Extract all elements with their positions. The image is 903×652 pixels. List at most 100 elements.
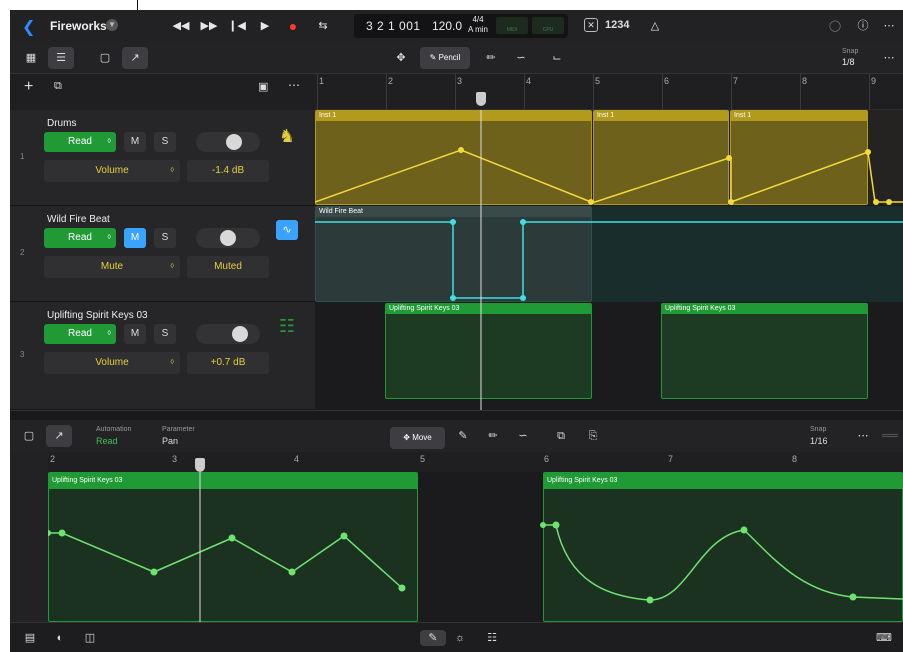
count-in-button[interactable]: 1234 [605, 19, 629, 31]
editor-ruler[interactable]: 2 3 4 5 6 7 8 [48, 452, 903, 472]
help-icon[interactable]: ⓘ [852, 16, 874, 36]
inspector-toggle-icon[interactable]: ◐ [52, 630, 68, 646]
move-tool-button[interactable]: ✥ Move [390, 427, 445, 449]
pan-automation-svg[interactable] [48, 472, 903, 622]
bottom-control-bar: ▤ ◐ ◫ ✎ ☼ ☷ ⌨ [10, 622, 903, 652]
tracks-view-icon[interactable]: ☰ [48, 47, 74, 69]
automation-parameter-select[interactable]: Volume ◊ [44, 160, 180, 182]
record-button[interactable]: ● [282, 16, 304, 36]
logic-app-window: ❮ Fireworks ▼ ◀◀ ▶▶ ❙◀ ▶ ● ⇆ 3 2 1 001 1… [10, 10, 903, 652]
solo-button[interactable]: S [154, 324, 176, 344]
play-button[interactable]: ▶ [254, 16, 276, 36]
curve-tool-icon[interactable]: ∽ [510, 425, 536, 447]
history-icon[interactable]: ◯ [824, 16, 846, 36]
editor-ruler-bar-2: 2 [50, 454, 56, 464]
editor-snap-select[interactable]: 1/16 [810, 436, 828, 446]
volume-knob[interactable] [220, 230, 236, 246]
editor-playhead-handle[interactable] [195, 458, 205, 472]
toolbar-more-icon[interactable]: ⋯ [878, 48, 900, 68]
more-options-icon[interactable]: ⋯ [878, 16, 900, 36]
automation-mode-button[interactable]: Read ◊ [44, 132, 116, 152]
brush-tool-icon[interactable]: ✏ [480, 425, 506, 447]
track-name[interactable]: Uplifting Spirit Keys 03 [47, 310, 148, 321]
project-menu-chevron-icon[interactable]: ▼ [106, 19, 118, 31]
automation-node [450, 295, 456, 301]
track-more-icon[interactable]: ⋯ [288, 78, 300, 92]
automation-view-button[interactable]: ↗ [122, 47, 148, 69]
pencil-tool-button[interactable]: ✎ Pencil [420, 47, 470, 69]
ruler-tick [455, 74, 456, 110]
track-row-drums[interactable]: 1 Drums Read ◊ M S Volume ◊ -1.4 dB ♞ [10, 110, 315, 206]
curve-tool-icon[interactable]: ∽ [508, 47, 534, 69]
lcd-display[interactable]: 3 2 1 001 120.0 4/4 A min MIDI CPU [354, 14, 568, 38]
automation-parameter-select[interactable]: Volume ◊ [44, 352, 180, 374]
snap-value-select[interactable]: 1/8 [842, 57, 855, 67]
volume-slider[interactable] [196, 324, 260, 344]
editors-icon[interactable]: ◫ [82, 630, 98, 646]
smart-controls-icon[interactable]: ☼ [452, 630, 468, 646]
rewind-button[interactable]: ◀◀ [170, 16, 192, 36]
automation-value-field[interactable]: +0.7 dB [187, 352, 269, 374]
automation-mode-button[interactable]: Read ◊ [44, 228, 116, 248]
metronome-toggle-icon[interactable]: ✕ [584, 18, 598, 32]
mute-button[interactable]: M [124, 324, 146, 344]
library-icon[interactable]: ▤ [22, 630, 38, 646]
editor-more-icon[interactable]: ⋯ [852, 426, 874, 446]
project-title[interactable]: Fireworks [50, 19, 107, 33]
back-chevron-icon[interactable]: ❮ [22, 17, 35, 37]
tracks-area[interactable]: Inst 1 Inst 1 Inst 1 Wild Fire Beat Upli… [315, 110, 903, 410]
mute-button[interactable]: M [124, 132, 146, 152]
fast-forward-button[interactable]: ▶▶ [198, 16, 220, 36]
volume-knob[interactable] [232, 326, 248, 342]
pointer-tool-icon[interactable]: ✥ [388, 47, 414, 69]
cycle-button[interactable]: ⇆ [312, 16, 334, 36]
ruler-bar-6: 6 [664, 76, 670, 86]
brush-tool-icon[interactable]: ✏ [478, 47, 504, 69]
parameter-select[interactable]: Pan [162, 436, 178, 446]
automation-parameter-select[interactable]: Mute ◊ [44, 256, 180, 278]
solo-button[interactable]: S [154, 228, 176, 248]
pencil-editor-button[interactable]: ✎ [420, 630, 446, 646]
automation-view-button[interactable]: ↗ [46, 425, 72, 447]
track-name[interactable]: Drums [47, 118, 76, 129]
automation-editor-area[interactable]: Uplifting Spirit Keys 03 Uplifting Spiri… [48, 472, 903, 622]
bar-ruler[interactable]: 1 2 3 4 5 6 7 8 9 [315, 74, 903, 110]
tuner-icon[interactable]: △ [644, 16, 666, 36]
paste-icon[interactable]: ⎘ [580, 425, 606, 447]
editor-resize-handle[interactable] [882, 434, 898, 437]
solo-button[interactable]: S [154, 132, 176, 152]
pencil-icon: ✎ [429, 53, 439, 62]
duplicate-track-icon[interactable]: ⧉ [54, 80, 62, 93]
add-track-icon[interactable]: + [24, 78, 33, 96]
mixer-icon[interactable]: ☷ [484, 630, 500, 646]
automation-mode-button[interactable]: Read ◊ [44, 324, 116, 344]
copy-icon[interactable]: ⧉ [548, 425, 574, 447]
keyboard-icon[interactable]: ⌨ [876, 630, 892, 646]
ruler-bar-4: 4 [526, 76, 532, 86]
keyboard-stand-icon: ☷ [278, 316, 296, 336]
go-to-start-button[interactable]: ❙◀ [226, 16, 248, 36]
step-tool-icon[interactable]: ⌙ [544, 47, 570, 69]
editor-divider[interactable] [10, 410, 903, 420]
mute-button[interactable]: M [124, 228, 146, 248]
track-name[interactable]: Wild Fire Beat [47, 214, 110, 225]
volume-slider[interactable] [196, 228, 260, 248]
automation-curves-svg[interactable] [315, 110, 903, 410]
region-view-icon[interactable]: ▢ [92, 47, 118, 69]
automation-parameter-label: Volume [95, 165, 129, 176]
automation-node [450, 219, 456, 225]
automation-value-field[interactable]: -1.4 dB [187, 160, 269, 182]
catch-icon[interactable]: ▣ [258, 80, 268, 93]
volume-slider[interactable] [196, 132, 260, 152]
pencil-tool-icon[interactable]: ✎ [450, 425, 476, 447]
browser-grid-icon[interactable]: ▦ [18, 47, 44, 69]
lcd-signature-key: 4/4 A min [466, 15, 490, 35]
ruler-tick [662, 74, 663, 110]
automation-mode-select[interactable]: Read [96, 436, 118, 446]
region-view-icon[interactable]: ▢ [16, 425, 42, 447]
playhead-handle[interactable] [476, 92, 486, 106]
volume-knob[interactable] [226, 134, 242, 150]
track-row-uplifting-spirit-keys[interactable]: 3 Uplifting Spirit Keys 03 Read ◊ M S Vol… [10, 302, 315, 410]
automation-value-field[interactable]: Muted [187, 256, 269, 278]
track-row-wild-fire-beat[interactable]: 2 Wild Fire Beat Read ◊ M S Mute ◊ Muted ∿ [10, 206, 315, 302]
